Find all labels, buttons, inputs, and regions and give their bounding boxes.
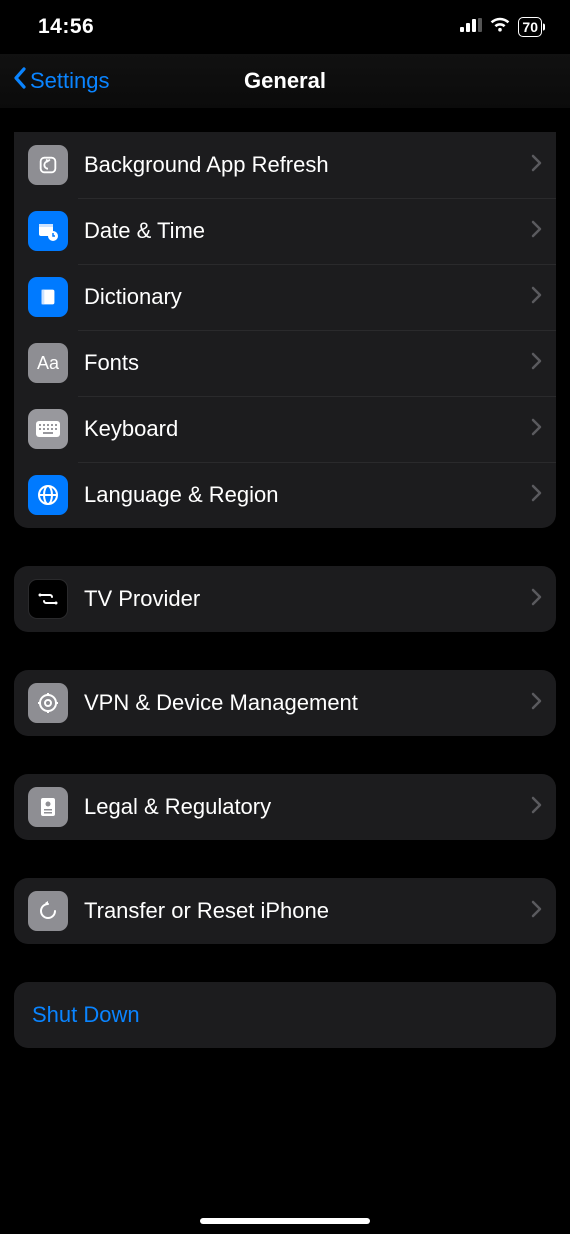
cellular-icon [460,18,482,37]
nav-bar: Settings General [0,54,570,108]
row-shut-down[interactable]: Shut Down [14,982,556,1048]
keyboard-icon [28,409,68,449]
back-button[interactable]: Settings [12,66,110,96]
row-keyboard[interactable]: Keyboard [14,396,556,462]
home-indicator[interactable] [200,1218,370,1224]
chevron-right-icon [530,692,542,715]
row-label: VPN & Device Management [84,690,530,716]
tv-provider-icon [28,579,68,619]
row-language-region[interactable]: Language & Region [14,462,556,528]
chevron-left-icon [12,66,28,96]
row-background-app-refresh[interactable]: Background App Refresh [14,132,556,198]
row-tv-provider[interactable]: TV Provider [14,566,556,632]
status-time: 14:56 [38,15,94,39]
row-label: TV Provider [84,586,530,612]
row-legal-regulatory[interactable]: Legal & Regulatory [14,774,556,840]
row-dictionary[interactable]: Dictionary [14,264,556,330]
chevron-right-icon [530,220,542,243]
settings-group: VPN & Device Management [14,670,556,736]
settings-group: Shut Down [14,982,556,1048]
calendar-clock-icon [28,211,68,251]
chevron-right-icon [530,154,542,177]
settings-group: Transfer or Reset iPhone [14,878,556,944]
row-label: Date & Time [84,218,530,244]
settings-group: Background App Refresh Date & Time Dicti… [14,132,556,528]
row-date-time[interactable]: Date & Time [14,198,556,264]
row-vpn-device-management[interactable]: VPN & Device Management [14,670,556,736]
row-transfer-reset[interactable]: Transfer or Reset iPhone [14,878,556,944]
refresh-icon [28,145,68,185]
chevron-right-icon [530,352,542,375]
chevron-right-icon [530,900,542,923]
page-title: General [244,68,326,94]
row-label: Background App Refresh [84,152,530,178]
battery-level: 70 [522,19,538,35]
battery-indicator: 70 [518,17,542,37]
row-label: Language & Region [84,482,530,508]
status-bar: 14:56 70 [0,0,570,54]
row-label: Shut Down [32,1002,542,1028]
row-label: Dictionary [84,284,530,310]
settings-group: TV Provider [14,566,556,632]
reset-icon [28,891,68,931]
chevron-right-icon [530,796,542,819]
globe-icon [28,475,68,515]
chevron-right-icon [530,286,542,309]
fonts-icon: Aa [28,343,68,383]
certificate-icon [28,787,68,827]
settings-group: Legal & Regulatory [14,774,556,840]
row-label: Legal & Regulatory [84,794,530,820]
settings-content: Background App Refresh Date & Time Dicti… [0,132,570,1088]
book-icon [28,277,68,317]
row-label: Fonts [84,350,530,376]
row-label: Transfer or Reset iPhone [84,898,530,924]
status-indicators: 70 [460,17,542,38]
row-label: Keyboard [84,416,530,442]
row-fonts[interactable]: Aa Fonts [14,330,556,396]
wifi-icon [489,17,511,38]
back-label: Settings [30,68,110,94]
gear-icon [28,683,68,723]
chevron-right-icon [530,588,542,611]
chevron-right-icon [530,484,542,507]
chevron-right-icon [530,418,542,441]
